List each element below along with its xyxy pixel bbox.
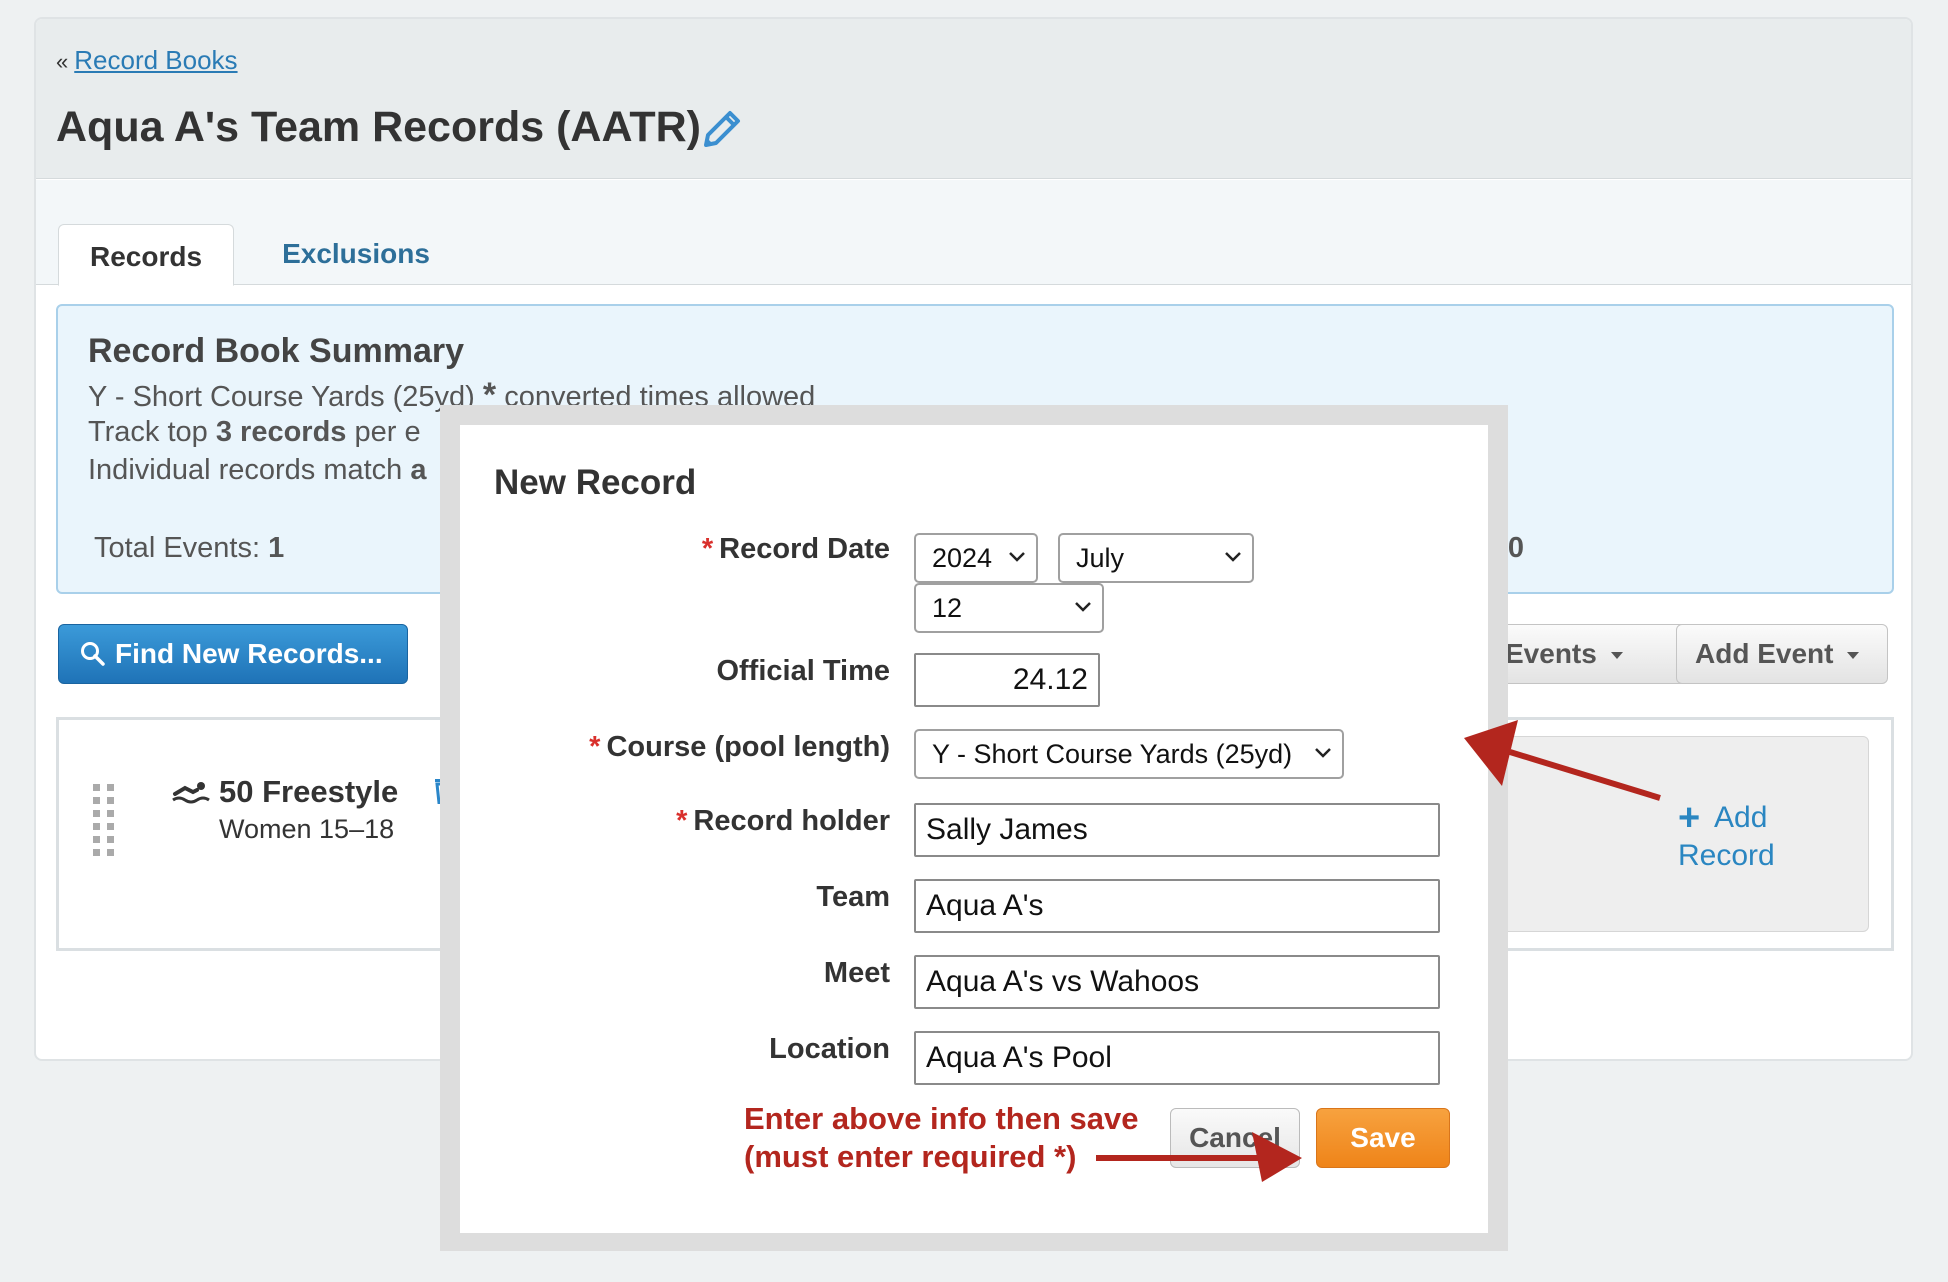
save-instruction-annotation: Enter above info then save (must enter r… [744,1100,1139,1176]
new-record-modal: New Record * Record Date 2024 July 12 Off… [460,425,1488,1233]
events-label: Events [1505,638,1597,669]
meet-label: Meet [823,957,890,989]
event-group: Women 15–18 [219,814,395,844]
cancel-button[interactable]: Cancel [1170,1108,1300,1168]
page-header: «Record Books Aqua A's Team Records (AAT… [36,19,1911,179]
summary-track-count: 3 records [215,416,347,448]
modal-title: New Record [494,463,697,502]
summary-track-line: Track top 3 records per e [88,416,421,449]
team-label: Team [816,881,890,913]
record-holder-input[interactable]: Sally James [914,803,1440,857]
total-events-value: 1 [268,532,285,564]
hint-line-2: (must enter required *) [744,1139,1077,1174]
add-event-button[interactable]: Add Event [1676,624,1888,684]
caret-down-icon [1610,652,1623,660]
official-time-label: Official Time [716,655,890,687]
summary-title: Record Book Summary [88,332,464,370]
record-date-label: * Record Date [701,533,890,565]
search-icon [81,642,105,666]
drag-handle-icon[interactable] [93,784,117,856]
record-books-link[interactable]: Record Books [74,45,237,75]
tab-exclusions[interactable]: Exclusions [266,224,446,286]
required-mark: * [676,805,688,837]
plus-icon: + [1678,797,1701,839]
record-year-select[interactable]: 2024 [914,533,1038,583]
add-record-button[interactable]: + Add Record [1499,736,1869,932]
summary-course: Y - Short Course Yards (25yd) [88,381,475,413]
find-new-records-button[interactable]: Find New Records... [58,624,408,684]
caret-down-icon [1847,652,1860,660]
summary-total-events: Total Events: 1 [94,532,284,565]
events-dropdown-button[interactable]: Events [1486,624,1686,684]
breadcrumb-arrow: « [56,49,69,74]
record-day-select[interactable]: 12 [914,583,1104,633]
summary-match-text: Individual records match [88,454,403,486]
event-name: 50 Freestyle [219,774,399,809]
total-events-label: Total Events: [94,532,261,564]
hint-line-1: Enter above info then save [744,1101,1139,1136]
course-label: * Course (pool length) [589,731,890,763]
breadcrumb: «Record Books [56,45,238,76]
summary-track-prefix: Track top [88,416,208,448]
summary-right-value: 0 [1507,532,1524,564]
chevron-down-icon [1315,748,1331,758]
chevron-down-icon [1075,602,1091,612]
save-button[interactable]: Save [1316,1108,1450,1168]
required-mark: * [589,731,601,763]
page-title: Aqua A's Team Records (AATR) [56,103,701,151]
course-select[interactable]: Y - Short Course Yards (25yd) [914,729,1344,779]
official-time-input[interactable]: 24.12 [914,653,1100,707]
summary-match-trail: a [410,454,427,486]
swimmer-icon [172,782,210,804]
record-holder-label: * Record holder [676,805,890,837]
location-input[interactable]: Aqua A's Pool [914,1031,1440,1085]
find-new-records-label: Find New Records... [115,638,383,669]
required-mark: * [701,533,714,565]
add-record-text: + Add Record [1678,799,1775,875]
summary-track-suffix: per e [354,416,421,448]
add-event-label: Add Event [1695,638,1834,669]
tab-records[interactable]: Records [58,224,234,286]
team-input[interactable]: Aqua A's [914,879,1440,933]
add-record-label-2: Record [1678,839,1775,872]
chevron-down-icon [1225,552,1241,562]
record-month-select[interactable]: July [1058,533,1254,583]
summary-match-line: Individual records match a [88,454,427,487]
location-label: Location [769,1033,890,1065]
pencil-icon[interactable] [698,105,746,153]
meet-input[interactable]: Aqua A's vs Wahoos [914,955,1440,1009]
chevron-down-icon [1009,552,1025,562]
